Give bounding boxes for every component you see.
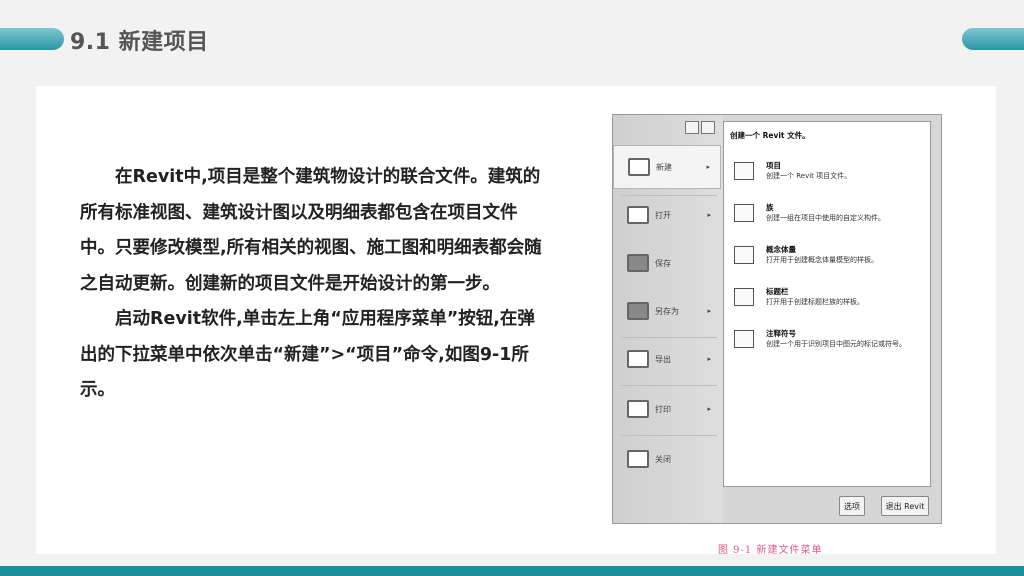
menu-item-label: 打开 — [655, 210, 671, 220]
chevron-right-icon: ▸ — [707, 211, 711, 219]
chevron-right-icon: ▸ — [707, 307, 711, 315]
submenu-item-title: 注释符号 — [766, 329, 796, 338]
slide-title: 9.1 新建项目 — [70, 30, 209, 55]
menu-item-print[interactable]: 打印 ▸ — [613, 387, 721, 431]
options-button[interactable]: 选项 — [839, 496, 865, 516]
submenu-item-title: 族 — [766, 203, 774, 212]
printer-icon — [627, 400, 649, 418]
submenu-item-annotation-symbol[interactable]: 注释符号 创建一个用于识别项目中图元的标记或符号。 — [732, 328, 928, 364]
quick-access-icons — [685, 121, 715, 134]
submenu-item-project[interactable]: 项目 创建一个 Revit 项目文件。 — [732, 160, 928, 196]
menu-item-label: 导出 — [655, 354, 671, 364]
menu-left-column: 新建 ▸ 打开 ▸ 保存 另存为 ▸ 导出 ▸ 打印 ▸ 关闭 — [613, 115, 723, 523]
close-file-icon — [627, 450, 649, 468]
menu-item-new[interactable]: 新建 ▸ — [613, 145, 721, 189]
submenu-item-title: 项目 — [766, 161, 781, 170]
save-as-icon — [627, 302, 649, 320]
menu-item-label: 另存为 — [655, 306, 679, 316]
project-icon — [734, 162, 754, 180]
new-submenu-panel: 创建一个 Revit 文件。 项目 创建一个 Revit 项目文件。 族 创建一… — [723, 121, 931, 487]
bottom-accent-bar — [0, 566, 1024, 576]
annotation-symbol-icon — [734, 330, 754, 348]
submenu-item-title: 概念体量 — [766, 245, 796, 254]
chevron-right-icon: ▸ — [707, 405, 711, 413]
submenu-item-conceptual-mass[interactable]: 概念体量 打开用于创建概念体量模型的样板。 — [732, 244, 928, 280]
submenu-item-title: 标题栏 — [766, 287, 789, 296]
submenu-header: 创建一个 Revit 文件。 — [730, 131, 810, 140]
chevron-right-icon: ▸ — [706, 163, 710, 171]
paragraph-2: 启动Revit软件,单击左上角“应用程序菜单”按钮,在弹出的下拉菜单中依次单击“… — [80, 309, 535, 400]
menu-divider — [621, 385, 717, 386]
menu-item-label: 关闭 — [655, 454, 671, 464]
submenu-item-desc: 创建一组在项目中使用的自定义构件。 — [766, 214, 885, 222]
menu-item-close[interactable]: 关闭 — [613, 437, 721, 481]
export-icon — [627, 350, 649, 368]
revit-application-menu: 新建 ▸ 打开 ▸ 保存 另存为 ▸ 导出 ▸ 打印 ▸ 关闭 创建一个 Rev… — [612, 114, 942, 524]
menu-item-save-as[interactable]: 另存为 ▸ — [613, 289, 721, 333]
new-file-icon — [628, 158, 650, 176]
open-folder-icon — [627, 206, 649, 224]
save-disk-icon — [627, 254, 649, 272]
open-documents-icon[interactable] — [701, 121, 715, 134]
title-accent-left — [0, 28, 64, 50]
menu-item-save[interactable]: 保存 — [613, 241, 721, 285]
family-icon — [734, 204, 754, 222]
chevron-right-icon: ▸ — [707, 355, 711, 363]
body-text: 在Revit中,项目是整个建筑物设计的联合文件。建筑的所有标准视图、建筑设计图以… — [80, 160, 550, 409]
figure-caption: 图 9-1 新建文件菜单 — [718, 545, 823, 556]
submenu-item-family[interactable]: 族 创建一组在项目中使用的自定义构件。 — [732, 202, 928, 238]
menu-item-label: 新建 — [656, 162, 672, 172]
menu-item-label: 保存 — [655, 258, 671, 268]
menu-divider — [621, 435, 717, 436]
submenu-item-desc: 创建一个用于识别项目中图元的标记或符号。 — [766, 340, 906, 348]
recent-documents-icon[interactable] — [685, 121, 699, 134]
menu-item-open[interactable]: 打开 ▸ — [613, 193, 721, 237]
menu-item-label: 打印 — [655, 404, 671, 414]
title-accent-right — [962, 28, 1024, 50]
title-block-icon — [734, 288, 754, 306]
paragraph-1: 在Revit中,项目是整个建筑物设计的联合文件。建筑的所有标准视图、建筑设计图以… — [80, 167, 542, 294]
submenu-item-desc: 打开用于创建概念体量模型的样板。 — [766, 256, 878, 264]
exit-revit-button[interactable]: 退出 Revit — [881, 496, 929, 516]
menu-item-export[interactable]: 导出 ▸ — [613, 337, 721, 381]
submenu-item-title-block[interactable]: 标题栏 打开用于创建标题栏族的样板。 — [732, 286, 928, 322]
submenu-item-desc: 打开用于创建标题栏族的样板。 — [766, 298, 864, 306]
conceptual-mass-icon — [734, 246, 754, 264]
submenu-item-desc: 创建一个 Revit 项目文件。 — [766, 172, 852, 180]
